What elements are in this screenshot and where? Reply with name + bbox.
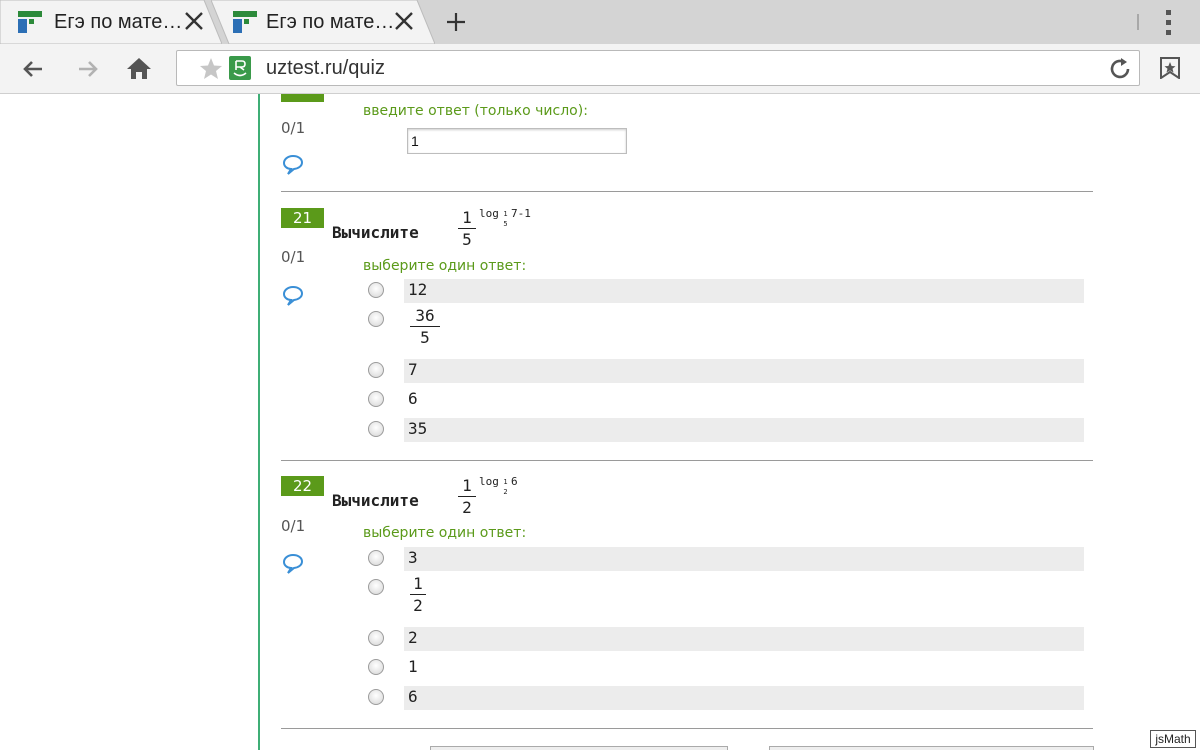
fraction-denominator: 2 bbox=[413, 596, 423, 615]
reload-icon[interactable] bbox=[1107, 56, 1133, 82]
option-label: 6 bbox=[408, 389, 418, 408]
question-separator bbox=[281, 191, 1093, 192]
comment-bubble-icon[interactable] bbox=[282, 553, 304, 575]
site-logo-icon bbox=[229, 56, 251, 80]
math-fraction: 1 5 bbox=[458, 208, 476, 249]
answer-prompt: выберите один ответ: bbox=[363, 525, 527, 541]
back-arrow-icon[interactable] bbox=[22, 58, 44, 80]
exponent-argument: 7-1 bbox=[511, 207, 531, 220]
option-radio[interactable] bbox=[368, 362, 384, 378]
exponent-log: log bbox=[479, 207, 499, 220]
option-row[interactable] bbox=[404, 418, 1084, 442]
nav-button[interactable] bbox=[769, 746, 1094, 750]
option-label: 35 bbox=[408, 419, 428, 438]
fraction-bar bbox=[410, 326, 440, 327]
answer-prompt: выберите один ответ: bbox=[363, 258, 527, 274]
exponent-log: log bbox=[479, 475, 499, 488]
fraction-denominator: 5 bbox=[420, 328, 430, 347]
option-radio[interactable] bbox=[368, 421, 384, 437]
question-score: 0/1 bbox=[281, 248, 306, 266]
option-radio[interactable] bbox=[368, 391, 384, 407]
option-radio[interactable] bbox=[368, 630, 384, 646]
answer-prompt: введите ответ (только число): bbox=[363, 103, 588, 119]
option-label: 6 bbox=[408, 687, 418, 706]
option-row[interactable] bbox=[404, 627, 1084, 651]
option-row[interactable] bbox=[404, 547, 1084, 571]
comment-bubble-icon[interactable] bbox=[282, 285, 304, 307]
forward-arrow-icon[interactable] bbox=[77, 58, 99, 80]
option-radio[interactable] bbox=[368, 579, 384, 595]
question-score: 0/1 bbox=[281, 517, 306, 535]
option-fraction: 1 2 bbox=[410, 574, 426, 615]
menu-icon[interactable] bbox=[1162, 8, 1176, 38]
home-icon[interactable] bbox=[126, 56, 152, 80]
option-radio[interactable] bbox=[368, 282, 384, 298]
fraction-denominator: 5 bbox=[462, 230, 472, 249]
comment-bubble-icon[interactable] bbox=[282, 154, 304, 176]
site-favicon-icon bbox=[18, 11, 42, 33]
fraction-bar bbox=[458, 496, 476, 497]
question-separator bbox=[281, 728, 1093, 729]
question-text: Вычислите bbox=[332, 491, 419, 510]
close-tab-icon[interactable] bbox=[183, 10, 205, 32]
question-number-badge: 22 bbox=[281, 476, 324, 496]
option-label: 1 bbox=[408, 657, 418, 676]
question-number-badge: 21 bbox=[281, 208, 324, 228]
question-text: Вычислите bbox=[332, 223, 419, 242]
exponent-argument: 6 bbox=[511, 475, 518, 488]
option-fraction: 36 5 bbox=[410, 306, 440, 347]
log-base-numerator: 1 bbox=[503, 478, 508, 486]
bookmarks-icon[interactable] bbox=[1160, 57, 1180, 79]
log-base-denominator: 5 bbox=[503, 220, 508, 228]
tab-2[interactable]: Егэ по мате… bbox=[211, 0, 435, 44]
tab-1[interactable]: Егэ по мате… bbox=[0, 0, 222, 44]
tab-strip: Егэ по мате… Егэ по мате… bbox=[0, 0, 1200, 44]
option-row[interactable] bbox=[404, 279, 1084, 303]
option-row[interactable] bbox=[404, 686, 1084, 710]
log-base-denominator: 2 bbox=[503, 488, 508, 496]
question-separator bbox=[281, 460, 1093, 461]
option-label: 2 bbox=[408, 628, 418, 647]
question-number-badge bbox=[281, 94, 324, 102]
site-favicon-icon bbox=[233, 11, 257, 33]
fraction-bar bbox=[458, 228, 476, 229]
answer-input[interactable] bbox=[407, 128, 627, 154]
jsmath-badge[interactable]: jsMath bbox=[1150, 730, 1196, 748]
close-tab-icon[interactable] bbox=[393, 10, 415, 32]
math-fraction: 1 2 bbox=[458, 476, 476, 517]
fraction-denominator: 2 bbox=[462, 498, 472, 517]
tabstrip-divider bbox=[1137, 14, 1139, 30]
option-label: 7 bbox=[408, 360, 418, 379]
content-left-border bbox=[258, 94, 260, 750]
fraction-numerator: 36 bbox=[415, 306, 435, 325]
fraction-numerator: 1 bbox=[462, 476, 472, 495]
option-label: 12 bbox=[408, 280, 428, 299]
fraction-numerator: 1 bbox=[462, 208, 472, 227]
option-label: 3 bbox=[408, 548, 418, 567]
option-row[interactable] bbox=[404, 359, 1084, 383]
option-radio[interactable] bbox=[368, 689, 384, 705]
tab-title: Егэ по мате… bbox=[54, 11, 183, 33]
url-text[interactable]: uztest.ru/quiz bbox=[266, 57, 385, 80]
browser-toolbar: uztest.ru/quiz bbox=[0, 44, 1200, 94]
option-radio[interactable] bbox=[368, 550, 384, 566]
option-radio[interactable] bbox=[368, 659, 384, 675]
question-score: 0/1 bbox=[281, 119, 306, 137]
log-base-numerator: 1 bbox=[503, 210, 508, 218]
fraction-bar bbox=[410, 594, 426, 595]
fraction-numerator: 1 bbox=[413, 574, 423, 593]
nav-button[interactable] bbox=[430, 746, 728, 750]
new-tab-icon[interactable] bbox=[444, 10, 468, 34]
bookmark-star-icon[interactable] bbox=[199, 57, 223, 80]
address-bar[interactable]: uztest.ru/quiz bbox=[176, 50, 1140, 86]
tab-title: Егэ по мате… bbox=[266, 11, 395, 33]
option-radio[interactable] bbox=[368, 311, 384, 327]
quiz-page: 0/1 введите ответ (только число): 21 Выч… bbox=[0, 94, 1200, 750]
